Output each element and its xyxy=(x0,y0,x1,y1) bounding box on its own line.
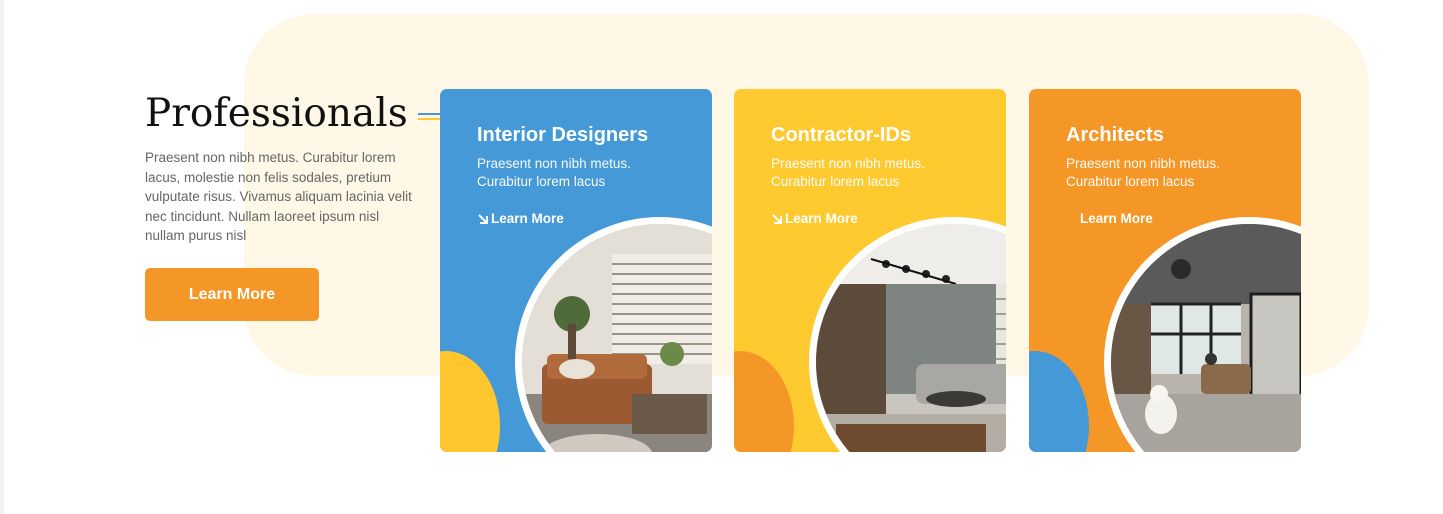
open-plan-room-photo xyxy=(1111,224,1301,452)
card-link-label: Learn More xyxy=(1080,211,1153,226)
card-learn-more-link[interactable]: Learn More xyxy=(771,211,858,226)
card-learn-more-link[interactable]: Learn More xyxy=(477,211,564,226)
living-room-photo xyxy=(522,224,712,452)
card-contractor-ids[interactable]: Contractor-IDs Praesent non nibh metus. … xyxy=(734,89,1006,452)
card-description: Praesent non nibh metus. Curabitur lorem… xyxy=(477,156,631,189)
learn-more-button[interactable]: Learn More xyxy=(145,268,319,321)
page-left-border xyxy=(0,0,4,514)
card-corner-blob xyxy=(440,351,500,452)
card-link-label: Learn More xyxy=(491,211,564,226)
card-architects[interactable]: Architects Praesent non nibh metus. Cura… xyxy=(1029,89,1301,452)
card-corner-blob xyxy=(734,351,794,452)
card-title: Contractor-IDs xyxy=(771,124,912,146)
card-title: Interior Designers xyxy=(477,124,649,146)
card-learn-more-link[interactable]: Learn More xyxy=(1080,211,1153,226)
section-title: Professionals xyxy=(145,91,408,136)
title-row: Professionals xyxy=(145,90,474,138)
arrow-down-right-icon xyxy=(478,213,488,224)
card-corner-blob xyxy=(1029,351,1089,452)
card-description: Praesent non nibh metus. Curabitur lorem… xyxy=(771,156,925,189)
card-description: Praesent non nibh metus. Curabitur lorem… xyxy=(1066,156,1220,189)
arrow-down-right-icon xyxy=(772,213,782,224)
card-link-label: Learn More xyxy=(785,211,858,226)
intro-description: Praesent non nibh metus. Curabitur lorem… xyxy=(145,150,412,244)
dining-living-room-photo xyxy=(816,224,1006,452)
intro-section: Professionals Praesent non nibh metus. C… xyxy=(145,90,474,259)
card-title: Architects xyxy=(1066,124,1164,146)
card-interior-designers[interactable]: Interior Designers Praesent non nibh met… xyxy=(440,89,712,452)
